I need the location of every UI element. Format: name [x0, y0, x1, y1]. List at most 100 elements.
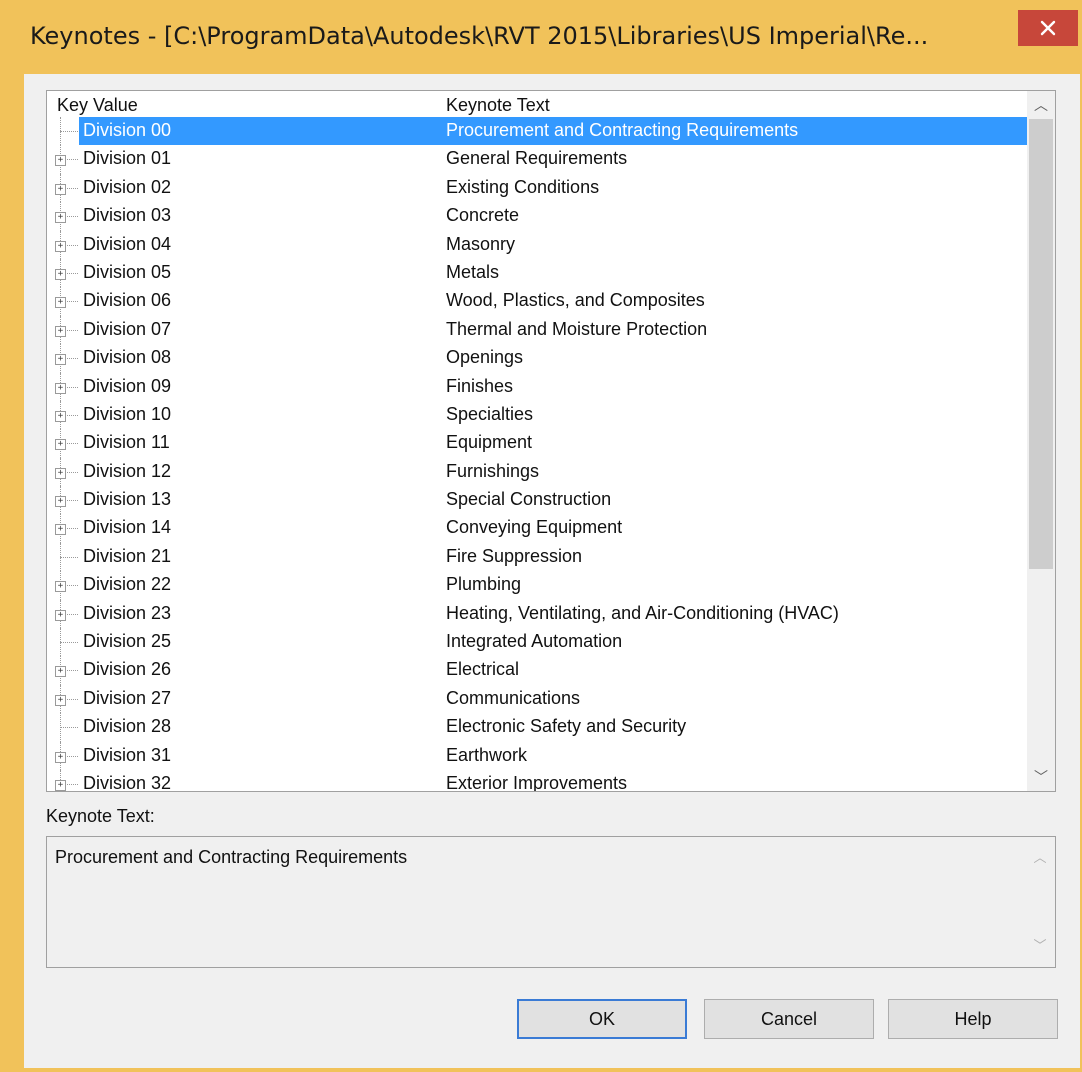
- key-value-cell: Division 02: [83, 176, 172, 197]
- tree-row[interactable]: + Division 06 Wood, Plastics, and Composit…: [47, 287, 1027, 316]
- keynote-text-cell: Electrical: [446, 659, 520, 680]
- key-value-cell: Division 06: [83, 290, 172, 311]
- expand-icon[interactable]: +: [55, 779, 66, 791]
- key-value-cell: Division 11: [83, 432, 170, 453]
- tree-row[interactable]: + Division 11 Equipment: [47, 429, 1027, 458]
- tree-row[interactable]: + Division 26 Electrical: [47, 656, 1027, 685]
- scroll-thumb[interactable]: [1029, 119, 1053, 569]
- keynote-text-cell: Fire Suppression: [446, 545, 583, 566]
- expand-icon[interactable]: +: [55, 325, 66, 337]
- expand-icon[interactable]: +: [55, 297, 66, 309]
- help-button[interactable]: Help: [888, 999, 1058, 1039]
- expand-icon[interactable]: +: [55, 354, 66, 366]
- tree-row[interactable]: + Division 05 Metals: [47, 258, 1027, 288]
- tree-scrollbar[interactable]: ︿ ﹀: [1027, 91, 1055, 791]
- keynote-text-cell: Equipment: [446, 432, 533, 453]
- tree-row[interactable]: + Division 09 Finishes: [47, 372, 1027, 401]
- expand-icon[interactable]: +: [55, 410, 66, 422]
- expand-icon[interactable]: +: [55, 212, 66, 224]
- tree-row[interactable]: Division 21 Fire Suppression: [47, 542, 1027, 572]
- keynote-text-cell: Earthwork: [446, 744, 528, 765]
- textbox-scroll-up-icon[interactable]: ︿: [1027, 845, 1053, 871]
- expand-icon[interactable]: +: [55, 155, 66, 167]
- keynote-text-cell: Exterior Improvements: [446, 772, 628, 792]
- key-value-cell: Division 32: [83, 772, 172, 792]
- cancel-button[interactable]: Cancel: [704, 999, 874, 1039]
- title-bar[interactable]: Keynotes - [C:\ProgramData\Autodesk\RVT …: [0, 0, 1082, 75]
- keynote-text-cell: Existing Conditions: [446, 176, 600, 197]
- scroll-down-icon[interactable]: ﹀: [1027, 763, 1055, 791]
- key-value-cell: Division 23: [83, 602, 172, 623]
- keynote-text-field[interactable]: Procurement and Contracting Requirements…: [46, 836, 1056, 968]
- expand-icon[interactable]: +: [55, 666, 66, 678]
- dialog-client-area: Key Value Keynote Text Division 00 Procur…: [24, 74, 1080, 1068]
- tree-connector-line: [60, 642, 78, 644]
- tree-row[interactable]: + Division 14 Conveying Equipment: [47, 514, 1027, 543]
- tree-row[interactable]: + Division 31 Earthwork: [47, 741, 1027, 770]
- expand-icon[interactable]: +: [55, 581, 66, 593]
- tree-connector-line: [60, 131, 78, 132]
- key-value-cell: Division 28: [83, 716, 172, 737]
- keynote-text-cell: Specialties: [446, 403, 534, 424]
- tree-row[interactable]: + Division 07 Thermal and Moisture Protect…: [47, 315, 1027, 345]
- key-value-cell: Division 25: [83, 631, 172, 652]
- window-title: Keynotes - [C:\ProgramData\Autodesk\RVT …: [30, 22, 929, 50]
- key-value-cell: Division 21: [83, 545, 172, 566]
- keynote-text-label: Keynote Text:: [46, 806, 155, 826]
- tree-row[interactable]: + Division 03 Concrete: [47, 202, 1027, 231]
- keynote-text-cell: Openings: [446, 347, 524, 368]
- tree-row[interactable]: + Division 08 Openings: [47, 344, 1027, 373]
- keynote-text-cell: Masonry: [446, 233, 516, 254]
- key-value-cell: Division 05: [83, 261, 172, 282]
- key-value-cell: Division 04: [83, 233, 172, 254]
- keynote-text-cell: Conveying Equipment: [446, 517, 623, 538]
- keynote-text-value: Procurement and Contracting Requirements: [55, 847, 408, 867]
- key-value-cell: Division 27: [83, 687, 172, 708]
- expand-icon[interactable]: +: [55, 751, 66, 763]
- keynotes-dialog: Keynotes - [C:\ProgramData\Autodesk\RVT …: [0, 0, 1082, 1072]
- tree-row[interactable]: + Division 27 Communications: [47, 684, 1027, 714]
- tree-connector-line: [60, 556, 78, 558]
- tree-row[interactable]: + Division 01 General Requirements: [47, 145, 1027, 174]
- keynote-text-cell: Metals: [446, 261, 500, 282]
- tree-row[interactable]: + Division 04 Masonry: [47, 230, 1027, 259]
- expand-icon[interactable]: +: [55, 382, 66, 394]
- expand-icon[interactable]: +: [55, 183, 66, 195]
- tree-row[interactable]: Division 28 Electronic Safety and Securit…: [47, 713, 1027, 742]
- expand-icon[interactable]: +: [55, 467, 66, 479]
- tree-row[interactable]: Division 00 Procurement and Contracting R…: [47, 117, 1027, 146]
- column-header-keynote-text[interactable]: Keynote Text: [446, 95, 550, 116]
- tree-row[interactable]: + Division 23 Heating, Ventilating, and Ai…: [47, 599, 1027, 629]
- scroll-up-icon[interactable]: ︿: [1027, 91, 1055, 119]
- column-header-key-value[interactable]: Key Value: [57, 95, 138, 116]
- tree-row[interactable]: Division 25 Integrated Automation: [47, 628, 1027, 657]
- keynote-text-cell: Wood, Plastics, and Composites: [446, 290, 705, 311]
- expand-icon[interactable]: +: [55, 268, 66, 280]
- tree-row[interactable]: + Division 22 Plumbing: [47, 571, 1027, 600]
- ok-button[interactable]: OK: [517, 999, 687, 1039]
- expand-icon[interactable]: +: [55, 439, 66, 451]
- tree-row[interactable]: + Division 12 Furnishings: [47, 457, 1027, 487]
- keynote-text-cell: Concrete: [446, 205, 520, 226]
- keynote-text-cell: Furnishings: [446, 460, 540, 481]
- tree-row[interactable]: + Division 10 Specialties: [47, 400, 1027, 430]
- key-value-cell: Division 31: [83, 744, 172, 765]
- tree-header: Key Value Keynote Text: [47, 91, 1027, 117]
- keynote-tree[interactable]: Key Value Keynote Text Division 00 Procur…: [46, 90, 1056, 792]
- tree-connector-line: [60, 727, 78, 729]
- keynote-text-cell: Electronic Safety and Security: [446, 716, 687, 737]
- expand-icon[interactable]: +: [55, 240, 66, 252]
- expand-icon[interactable]: +: [55, 496, 66, 508]
- keynote-text-cell: Procurement and Contracting Requirements: [446, 120, 799, 140]
- tree-rows: Division 00 Procurement and Contracting R…: [47, 117, 1027, 792]
- keynote-text-cell: Plumbing: [446, 574, 522, 595]
- expand-icon[interactable]: +: [55, 694, 66, 706]
- close-button[interactable]: [1018, 10, 1078, 46]
- keynote-text-cell: Thermal and Moisture Protection: [446, 318, 708, 339]
- textbox-scroll-down-icon[interactable]: ﹀: [1027, 933, 1053, 959]
- tree-row[interactable]: + Division 32 Exterior Improvements: [47, 769, 1027, 792]
- expand-icon[interactable]: +: [55, 609, 66, 621]
- tree-row[interactable]: + Division 13 Special Construction: [47, 486, 1027, 515]
- tree-row[interactable]: + Division 02 Existing Conditions: [47, 173, 1027, 203]
- expand-icon[interactable]: +: [55, 524, 66, 536]
